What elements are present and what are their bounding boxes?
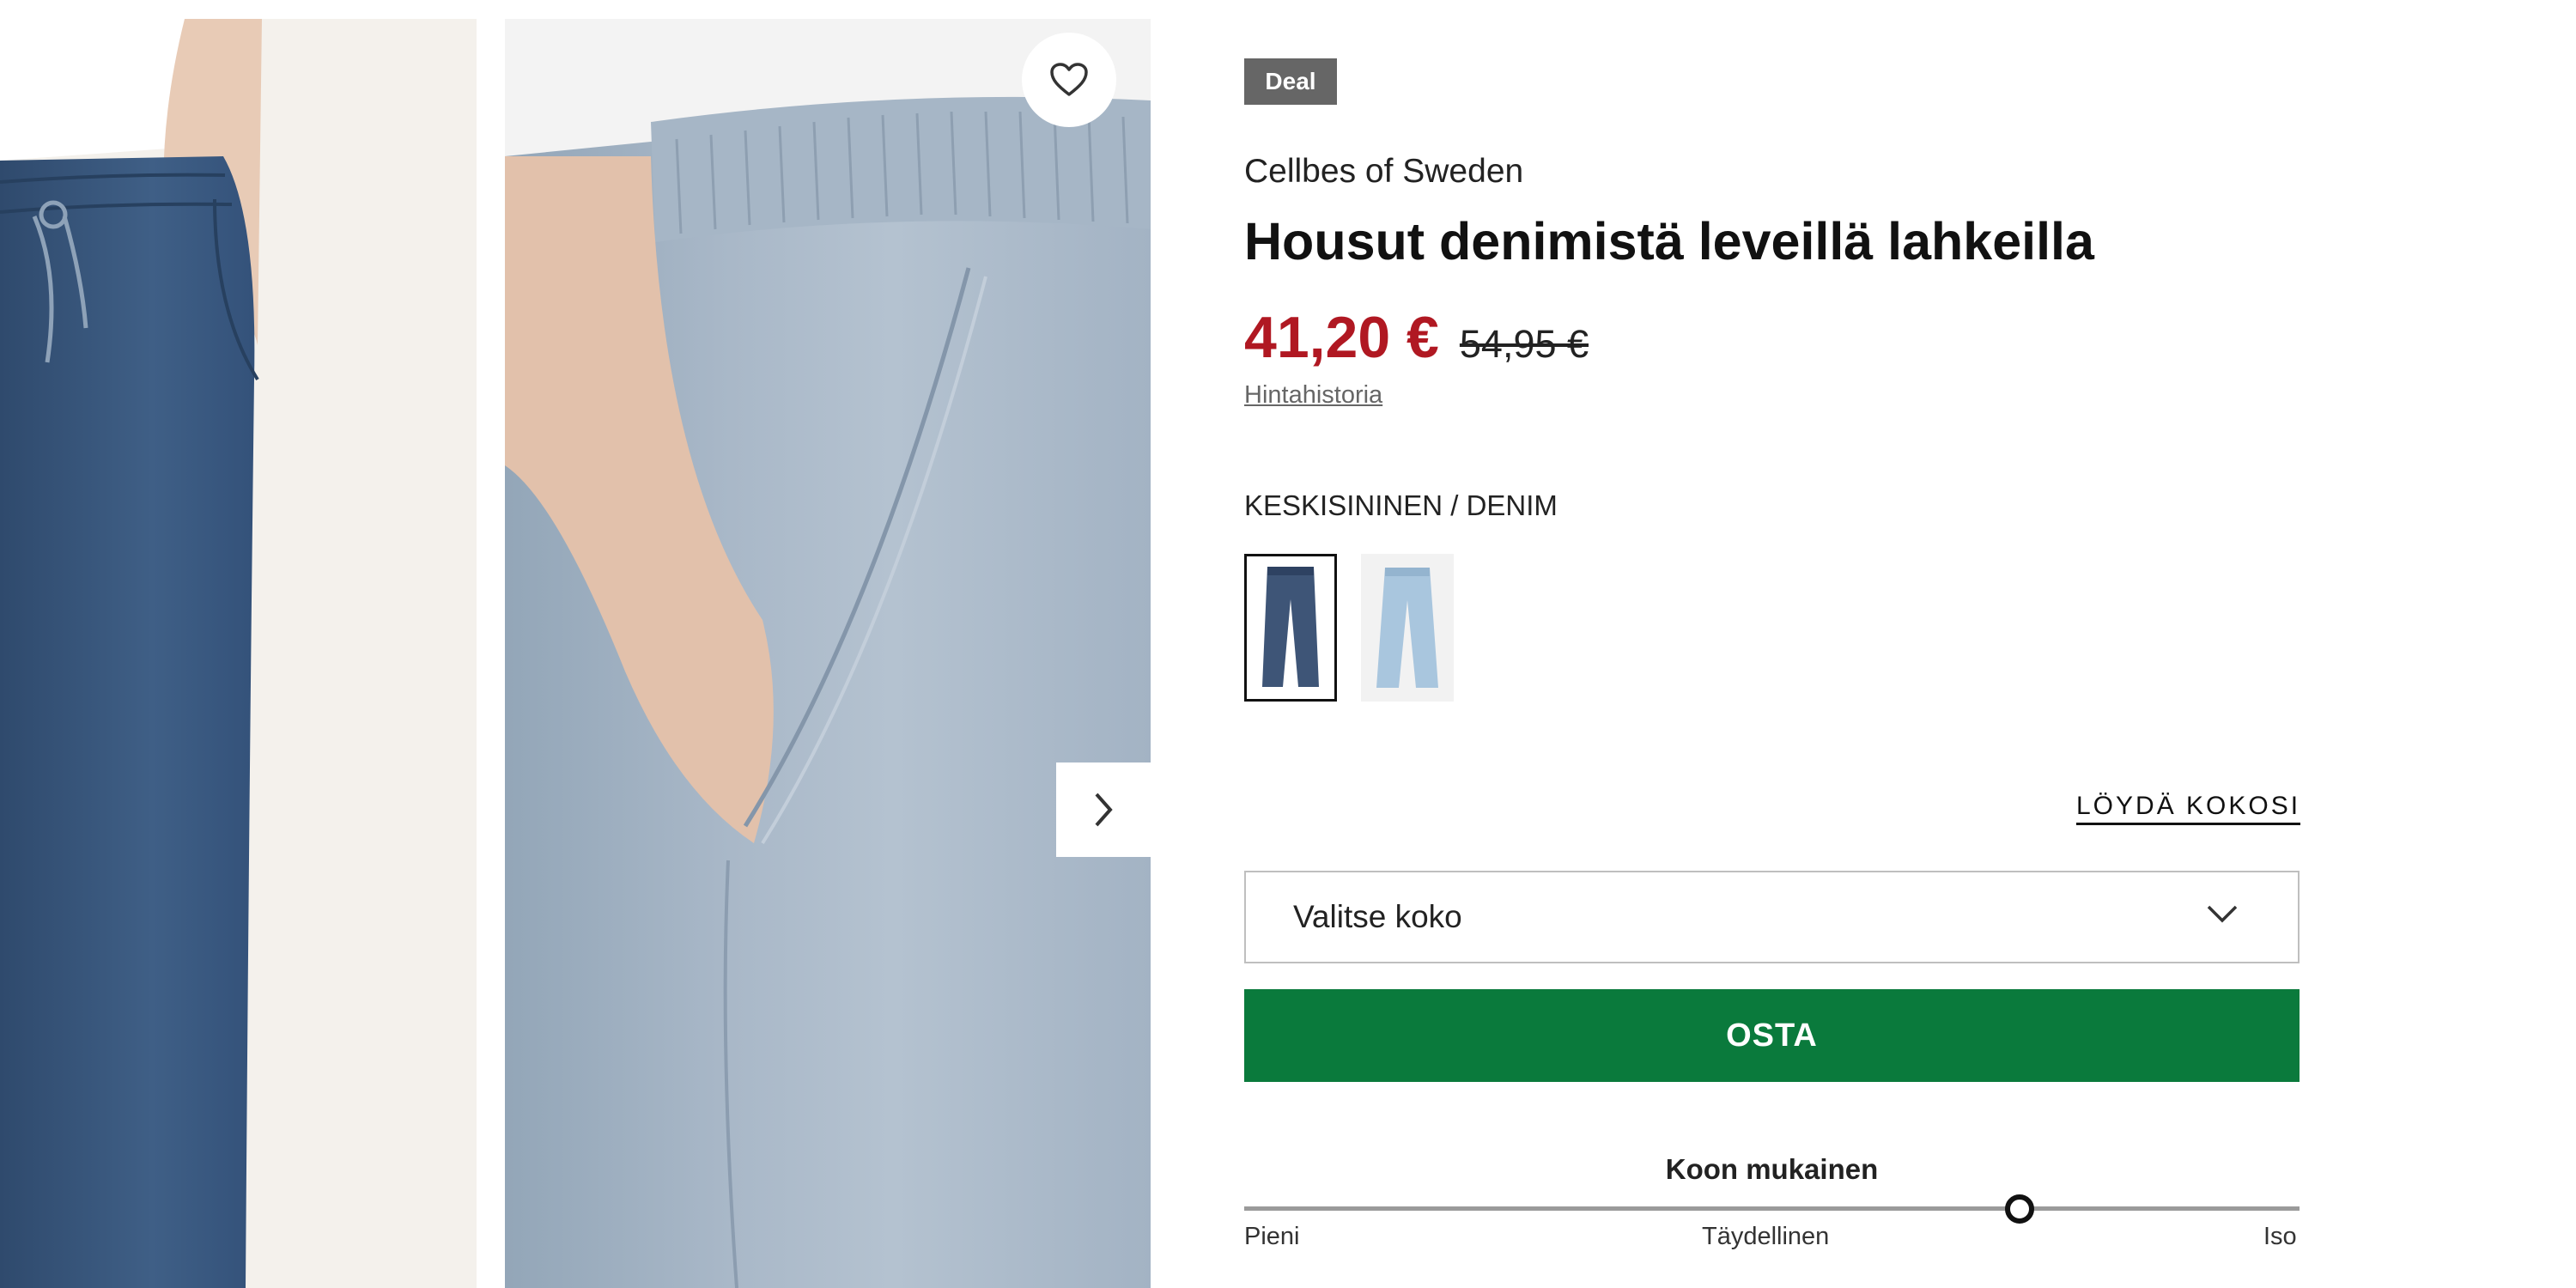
fit-label-small: Pieni [1244, 1223, 1300, 1250]
chevron-down-icon [2207, 905, 2238, 923]
fit-title: Koon mukainen [1665, 1153, 1879, 1185]
color-swatch-dark-denim[interactable] [1244, 554, 1337, 702]
brand-name[interactable]: Cellbes of Sweden [1244, 153, 1523, 191]
dark-denim-photo [0, 19, 262, 1288]
fit-label-large: Iso [2263, 1223, 2297, 1250]
selected-color-label: KESKISININEN / DENIM [1244, 489, 1558, 521]
chevron-right-icon [1095, 793, 1113, 827]
deal-badge: Deal [1244, 58, 1337, 105]
swatch-image-light [1376, 568, 1438, 688]
fit-track [1244, 1206, 2300, 1211]
color-swatch-light-denim[interactable] [1361, 554, 1454, 702]
fit-label-perfect: Täydellinen [1702, 1223, 1830, 1250]
size-select[interactable]: Valitse koko [1244, 871, 2300, 963]
buy-button[interactable]: OSTA [1244, 989, 2300, 1082]
product-image-1[interactable] [0, 19, 477, 1288]
price-history-link[interactable]: Hintahistoria [1244, 381, 1382, 410]
price-row: 41,20 € 54,95 € [1244, 304, 1589, 371]
light-denim-photo [505, 19, 1151, 1288]
current-price: 41,20 € [1244, 305, 1439, 370]
favorite-button[interactable] [1022, 33, 1116, 127]
next-image-button[interactable] [1056, 762, 1151, 857]
heart-icon [1050, 63, 1088, 96]
find-your-size-link[interactable]: LÖYDÄ KOKOSI [2076, 792, 2301, 825]
original-price: 54,95 € [1459, 322, 1589, 366]
product-image-2[interactable] [505, 19, 1151, 1288]
fit-indicator [2005, 1194, 2035, 1224]
product-title: Housut denimistä leveillä lahkeilla [1244, 212, 2094, 270]
swatch-image-dark [1262, 567, 1319, 687]
size-select-placeholder: Valitse koko [1293, 899, 1462, 934]
